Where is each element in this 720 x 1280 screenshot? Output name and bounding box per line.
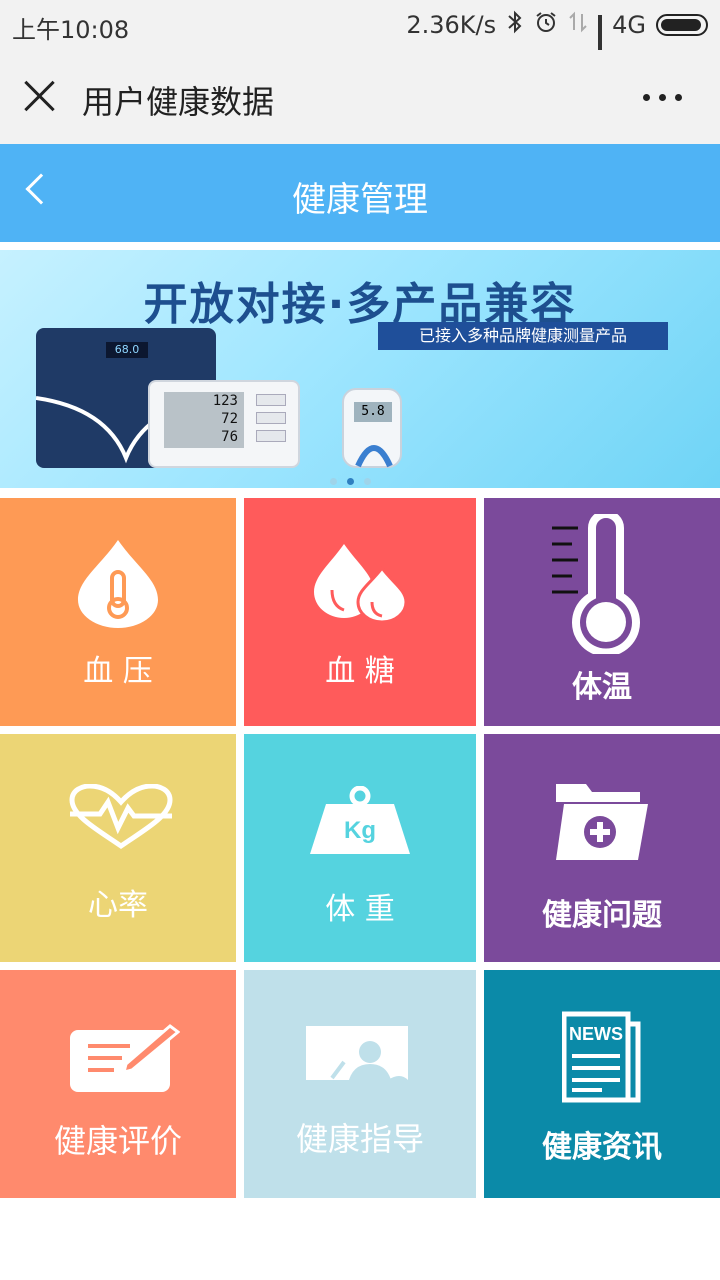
glucose-meter-image: 5.8 — [342, 388, 402, 468]
status-bar: 上午10:08 2.36K/s 4G — [0, 0, 720, 85]
bp-pulse: 76 — [221, 429, 238, 445]
thermometer-icon — [552, 514, 640, 654]
tile-heart-rate[interactable]: 心率 — [0, 734, 236, 962]
tile-health-evaluation[interactable]: 健康评价 — [0, 970, 236, 1198]
tile-health-issues[interactable]: 健康问题 — [484, 734, 720, 962]
tile-body-weight[interactable]: Kg 体 重 — [244, 734, 476, 962]
banner-pagination — [330, 478, 371, 485]
medical-folder-icon — [556, 784, 648, 860]
evaluation-pen-icon — [70, 1024, 180, 1092]
page-title: 用户健康数据 — [82, 83, 275, 121]
webview-title-bar: 用户健康数据 — [0, 50, 720, 144]
banner-subtitle: 已接入多种品牌健康测量产品 — [378, 322, 668, 350]
tile-label: 体 重 — [325, 892, 395, 927]
tile-label: 健康问题 — [542, 898, 662, 933]
status-indicators: 2.36K/s 4G — [406, 10, 708, 85]
tile-blood-sugar[interactable]: 血 糖 — [244, 498, 476, 726]
glucose-reading: 5.8 — [354, 402, 392, 422]
more-options-icon[interactable] — [643, 94, 682, 101]
tile-label: 健康评价 — [53, 1122, 182, 1160]
banner-dot-active[interactable] — [347, 478, 354, 485]
bp-diastolic: 72 — [221, 411, 238, 427]
battery-icon — [656, 14, 708, 36]
blood-pressure-monitor-image: 123 72 76 — [148, 380, 300, 468]
header-title: 健康管理 — [292, 180, 428, 220]
tile-label: 体温 — [572, 670, 632, 705]
tile-health-news[interactable]: NEWS 健康资讯 — [484, 970, 720, 1198]
svg-text:Kg: Kg — [344, 817, 376, 844]
network-speed: 2.36K/s — [406, 11, 497, 39]
signal-icon — [598, 15, 603, 85]
tile-label: 心率 — [88, 888, 148, 923]
bp-systolic: 123 — [212, 393, 238, 409]
promo-banner[interactable]: 开放对接·多产品兼容 已接入多种品牌健康测量产品 68.0 123 72 76 … — [0, 250, 720, 488]
banner-dot[interactable] — [330, 478, 337, 485]
app-header: 健康管理 — [0, 144, 720, 242]
alarm-icon — [534, 10, 558, 40]
guidance-board-icon — [306, 1026, 408, 1084]
tile-health-guidance[interactable]: 健康指导 — [244, 970, 476, 1198]
tile-label: 血 压 — [83, 654, 153, 689]
news-icon: NEWS — [562, 1011, 641, 1103]
double-drop-icon — [314, 544, 408, 622]
tile-blood-pressure[interactable]: 血 压 — [0, 498, 236, 726]
heart-rate-icon — [69, 784, 173, 850]
data-transfer-icon — [568, 10, 588, 40]
tile-label: 健康资讯 — [542, 1130, 662, 1165]
tile-label: 血 糖 — [325, 654, 395, 689]
status-time: 上午10:08 — [12, 16, 130, 44]
weight-kg-icon: Kg — [310, 786, 410, 854]
blood-drop-thermometer-icon — [78, 540, 158, 628]
tile-body-temperature[interactable]: 体温 — [484, 498, 720, 726]
bluetooth-icon — [506, 10, 524, 40]
close-icon[interactable] — [24, 80, 56, 112]
banner-dot[interactable] — [364, 478, 371, 485]
bp-screen: 123 72 76 — [164, 392, 244, 448]
network-type: 4G — [612, 11, 646, 39]
svg-text:NEWS: NEWS — [569, 1024, 623, 1044]
tile-label: 健康指导 — [295, 1120, 424, 1158]
